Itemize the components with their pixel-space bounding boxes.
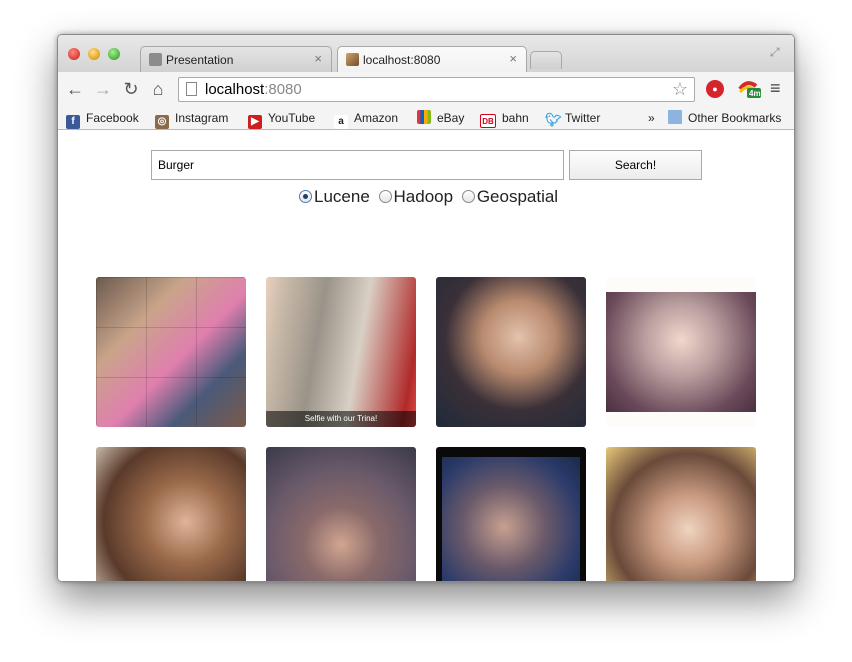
tab-strip: Presentation × localhost:8080 × ⤢ — [58, 35, 794, 72]
amazon-icon: a — [334, 115, 348, 129]
result-image[interactable] — [436, 277, 586, 427]
radio-geospatial[interactable]: Geospatial — [461, 187, 558, 207]
radio-button[interactable] — [378, 190, 392, 203]
tab-title: Presentation — [166, 53, 234, 67]
tab-title: localhost:8080 — [363, 53, 441, 67]
tab-presentation[interactable]: Presentation × — [140, 46, 332, 72]
reload-icon[interactable]: ↻ — [120, 78, 142, 100]
bookmark-star-icon[interactable]: ☆ — [672, 79, 688, 100]
page-favicon-icon — [346, 53, 359, 66]
search-button[interactable]: Search! — [569, 150, 702, 180]
tab-localhost[interactable]: localhost:8080 × — [337, 46, 527, 72]
fullscreen-icon[interactable]: ⤢ — [770, 45, 784, 59]
bookmark-youtube[interactable]: ▶ YouTube — [248, 110, 315, 129]
address-bar[interactable]: localhost:8080 ☆ — [178, 77, 695, 102]
result-image[interactable] — [606, 277, 756, 427]
radio-hadoop[interactable]: Hadoop — [378, 187, 453, 207]
menu-icon[interactable]: ≡ — [770, 79, 786, 97]
new-tab-button[interactable] — [530, 51, 562, 69]
close-window-button[interactable] — [68, 48, 80, 60]
youtube-icon: ▶ — [248, 115, 262, 129]
result-image[interactable] — [266, 447, 416, 581]
ebay-icon — [417, 110, 431, 124]
close-icon[interactable]: × — [314, 51, 322, 66]
radio-lucene[interactable]: Lucene — [299, 187, 370, 207]
radio-button[interactable] — [299, 190, 312, 203]
toolbar: ← → ↻ ⌂ localhost:8080 ☆ ● 4m ≡ — [58, 72, 794, 106]
svg-text:4m: 4m — [749, 89, 761, 98]
bookmark-bahn[interactable]: DB bahn — [480, 110, 529, 128]
twitter-icon: 🐦︎ — [545, 112, 562, 127]
page-icon — [186, 82, 197, 96]
home-icon[interactable]: ⌂ — [147, 78, 169, 100]
bookmark-amazon[interactable]: a Amazon — [334, 110, 398, 129]
back-icon[interactable]: ← — [64, 78, 86, 100]
instagram-icon: ◎ — [155, 115, 169, 129]
bookmark-instagram[interactable]: ◎ Instagram — [155, 110, 228, 129]
close-icon[interactable]: × — [509, 51, 517, 66]
result-image[interactable] — [96, 277, 246, 427]
image-caption: Selfie with our Trina! — [266, 411, 416, 427]
radio-button[interactable] — [461, 190, 475, 203]
result-image[interactable] — [436, 447, 586, 581]
minimize-window-button[interactable] — [88, 48, 100, 60]
search-input[interactable] — [151, 150, 564, 180]
forward-icon[interactable]: → — [92, 78, 114, 100]
adblock-icon[interactable]: ● — [706, 80, 724, 98]
apple-icon — [149, 53, 162, 66]
bookmark-other[interactable]: Other Bookmarks — [668, 110, 781, 126]
bookmark-twitter[interactable]: 🐦︎ Twitter — [545, 110, 600, 127]
bookmarks-bar: f Facebook ◎ Instagram ▶ YouTube a Amazon eB… — [58, 106, 794, 130]
extension-4m-icon[interactable]: 4m — [738, 77, 762, 99]
facebook-icon: f — [66, 115, 80, 129]
bookmark-ebay[interactable]: eBay — [417, 110, 464, 126]
db-bahn-icon: DB — [480, 114, 496, 128]
result-image[interactable] — [606, 447, 756, 581]
bookmarks-overflow-button[interactable]: » — [648, 110, 655, 126]
result-image[interactable] — [96, 447, 246, 581]
bookmark-facebook[interactable]: f Facebook — [66, 110, 139, 129]
zoom-window-button[interactable] — [108, 48, 120, 60]
page-content: Search! Lucene Hadoop Geospatial Selfie … — [58, 130, 794, 581]
folder-icon — [668, 110, 682, 124]
result-image[interactable]: Selfie with our Trina! — [266, 277, 416, 427]
engine-radio-group: Lucene Hadoop Geospatial — [299, 187, 562, 207]
url-text: localhost:8080 — [205, 81, 302, 98]
browser-window: Presentation × localhost:8080 × ⤢ ← → ↻ … — [57, 34, 795, 582]
